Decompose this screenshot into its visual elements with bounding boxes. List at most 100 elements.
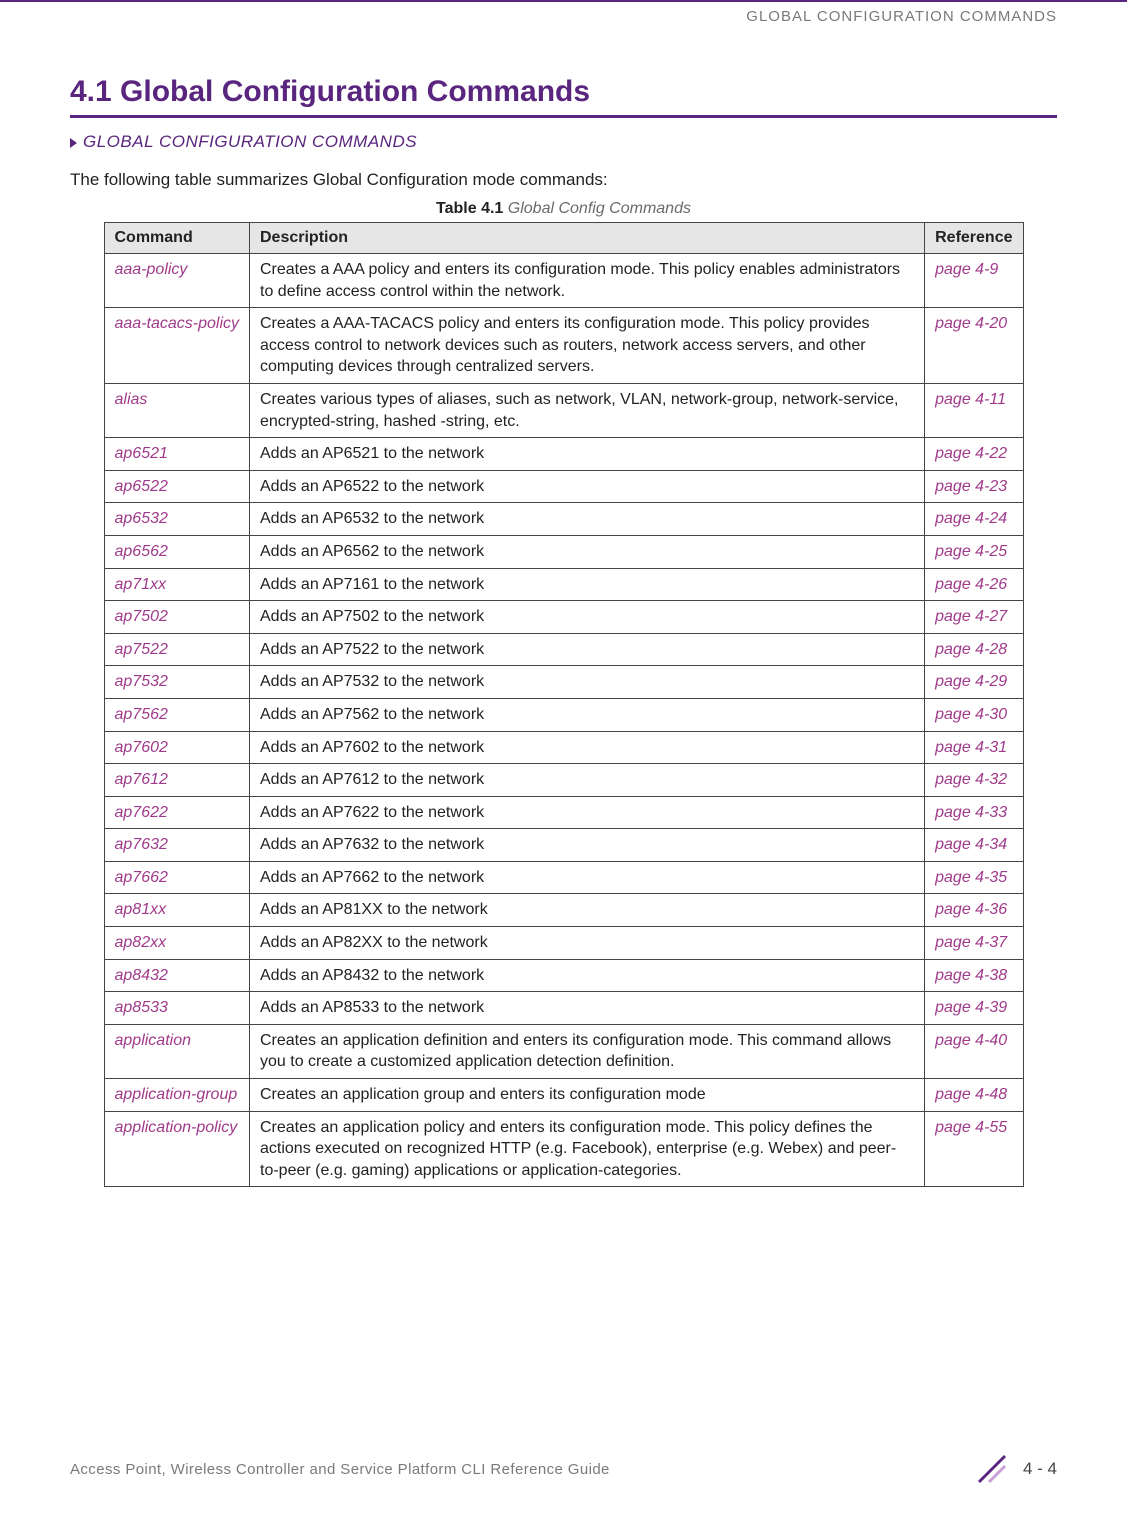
description-cell: Adds an AP6562 to the network [250, 535, 925, 568]
command-cell[interactable]: ap6521 [104, 438, 250, 471]
table-row: ap6532Adds an AP6532 to the networkpage … [104, 503, 1023, 536]
table-row: ap8432Adds an AP8432 to the networkpage … [104, 959, 1023, 992]
reference-cell[interactable]: page 4-48 [925, 1079, 1023, 1112]
table-row: ap7622Adds an AP7622 to the networkpage … [104, 796, 1023, 829]
command-cell[interactable]: ap6532 [104, 503, 250, 536]
reference-cell[interactable]: page 4-22 [925, 438, 1023, 471]
description-cell: Adds an AP7562 to the network [250, 698, 925, 731]
breadcrumb-arrow-icon [70, 138, 77, 148]
table-row: ap7602Adds an AP7602 to the networkpage … [104, 731, 1023, 764]
table-row: ap7502Adds an AP7502 to the networkpage … [104, 601, 1023, 634]
reference-cell[interactable]: page 4-39 [925, 992, 1023, 1025]
reference-cell[interactable]: page 4-33 [925, 796, 1023, 829]
table-row: ap7662Adds an AP7662 to the networkpage … [104, 861, 1023, 894]
table-row: ap6562Adds an AP6562 to the networkpage … [104, 535, 1023, 568]
intro-text: The following table summarizes Global Co… [70, 170, 1057, 190]
commands-table: Command Description Reference aaa-policy… [104, 222, 1024, 1187]
description-cell: Adds an AP7612 to the network [250, 764, 925, 797]
command-cell[interactable]: ap82xx [104, 927, 250, 960]
description-cell: Creates a AAA policy and enters its conf… [250, 254, 925, 308]
description-cell: Adds an AP81XX to the network [250, 894, 925, 927]
header-description: Description [250, 223, 925, 254]
description-cell: Adds an AP6522 to the network [250, 470, 925, 503]
table-caption-title: Global Config Commands [508, 200, 691, 217]
description-cell: Creates an application group and enters … [250, 1079, 925, 1112]
reference-cell[interactable]: page 4-40 [925, 1024, 1023, 1078]
table-row: ap8533Adds an AP8533 to the networkpage … [104, 992, 1023, 1025]
table-row: applicationCreates an application defini… [104, 1024, 1023, 1078]
command-cell[interactable]: ap7522 [104, 633, 250, 666]
table-row: ap7562Adds an AP7562 to the networkpage … [104, 698, 1023, 731]
table-row: ap7522Adds an AP7522 to the networkpage … [104, 633, 1023, 666]
description-cell: Adds an AP7602 to the network [250, 731, 925, 764]
description-cell: Adds an AP7532 to the network [250, 666, 925, 699]
reference-cell[interactable]: page 4-9 [925, 254, 1023, 308]
reference-cell[interactable]: page 4-37 [925, 927, 1023, 960]
description-cell: Adds an AP6532 to the network [250, 503, 925, 536]
reference-cell[interactable]: page 4-35 [925, 861, 1023, 894]
description-cell: Adds an AP7522 to the network [250, 633, 925, 666]
breadcrumb-text: GLOBAL CONFIGURATION COMMANDS [83, 132, 417, 151]
description-cell: Adds an AP7632 to the network [250, 829, 925, 862]
command-cell[interactable]: ap71xx [104, 568, 250, 601]
command-cell[interactable]: aaa-tacacs-policy [104, 308, 250, 384]
command-cell[interactable]: ap7622 [104, 796, 250, 829]
table-row: application-groupCreates an application … [104, 1079, 1023, 1112]
command-cell[interactable]: ap7502 [104, 601, 250, 634]
reference-cell[interactable]: page 4-31 [925, 731, 1023, 764]
reference-cell[interactable]: page 4-27 [925, 601, 1023, 634]
table-row: ap71xxAdds an AP7161 to the networkpage … [104, 568, 1023, 601]
command-cell[interactable]: application-group [104, 1079, 250, 1112]
command-cell[interactable]: ap7662 [104, 861, 250, 894]
description-cell: Creates various types of aliases, such a… [250, 383, 925, 437]
description-cell: Adds an AP6521 to the network [250, 438, 925, 471]
table-caption: Table 4.1 Global Config Commands [70, 200, 1057, 218]
footer-page-number: 4 - 4 [1023, 1459, 1057, 1479]
section-title: 4.1 Global Configuration Commands [70, 75, 1057, 118]
command-cell[interactable]: ap7532 [104, 666, 250, 699]
reference-cell[interactable]: page 4-38 [925, 959, 1023, 992]
command-cell[interactable]: application-policy [104, 1111, 250, 1187]
table-row: aliasCreates various types of aliases, s… [104, 383, 1023, 437]
description-cell: Creates an application definition and en… [250, 1024, 925, 1078]
command-cell[interactable]: ap6522 [104, 470, 250, 503]
reference-cell[interactable]: page 4-25 [925, 535, 1023, 568]
footer-slash-icon [975, 1452, 1009, 1486]
command-cell[interactable]: ap7602 [104, 731, 250, 764]
description-cell: Adds an AP8432 to the network [250, 959, 925, 992]
reference-cell[interactable]: page 4-32 [925, 764, 1023, 797]
reference-cell[interactable]: page 4-11 [925, 383, 1023, 437]
command-cell[interactable]: ap8432 [104, 959, 250, 992]
command-cell[interactable]: ap6562 [104, 535, 250, 568]
command-cell[interactable]: aaa-policy [104, 254, 250, 308]
description-cell: Adds an AP7622 to the network [250, 796, 925, 829]
command-cell[interactable]: ap7612 [104, 764, 250, 797]
table-row: ap7532Adds an AP7532 to the networkpage … [104, 666, 1023, 699]
command-cell[interactable]: ap7632 [104, 829, 250, 862]
reference-cell[interactable]: page 4-29 [925, 666, 1023, 699]
reference-cell[interactable]: page 4-26 [925, 568, 1023, 601]
table-row: ap81xxAdds an AP81XX to the networkpage … [104, 894, 1023, 927]
running-header: GLOBAL CONFIGURATION COMMANDS [70, 2, 1057, 25]
header-command: Command [104, 223, 250, 254]
table-row: aaa-tacacs-policyCreates a AAA-TACACS po… [104, 308, 1023, 384]
command-cell[interactable]: alias [104, 383, 250, 437]
reference-cell[interactable]: page 4-20 [925, 308, 1023, 384]
table-row: application-policyCreates an application… [104, 1111, 1023, 1187]
command-cell[interactable]: ap7562 [104, 698, 250, 731]
reference-cell[interactable]: page 4-36 [925, 894, 1023, 927]
reference-cell[interactable]: page 4-24 [925, 503, 1023, 536]
command-cell[interactable]: ap8533 [104, 992, 250, 1025]
command-cell[interactable]: ap81xx [104, 894, 250, 927]
reference-cell[interactable]: page 4-30 [925, 698, 1023, 731]
reference-cell[interactable]: page 4-55 [925, 1111, 1023, 1187]
reference-cell[interactable]: page 4-34 [925, 829, 1023, 862]
breadcrumb[interactable]: GLOBAL CONFIGURATION COMMANDS [70, 132, 1057, 152]
reference-cell[interactable]: page 4-28 [925, 633, 1023, 666]
reference-cell[interactable]: page 4-23 [925, 470, 1023, 503]
table-header-row: Command Description Reference [104, 223, 1023, 254]
command-cell[interactable]: application [104, 1024, 250, 1078]
table-row: ap7612Adds an AP7612 to the networkpage … [104, 764, 1023, 797]
page-footer: Access Point, Wireless Controller and Se… [70, 1452, 1057, 1486]
table-row: ap7632Adds an AP7632 to the networkpage … [104, 829, 1023, 862]
